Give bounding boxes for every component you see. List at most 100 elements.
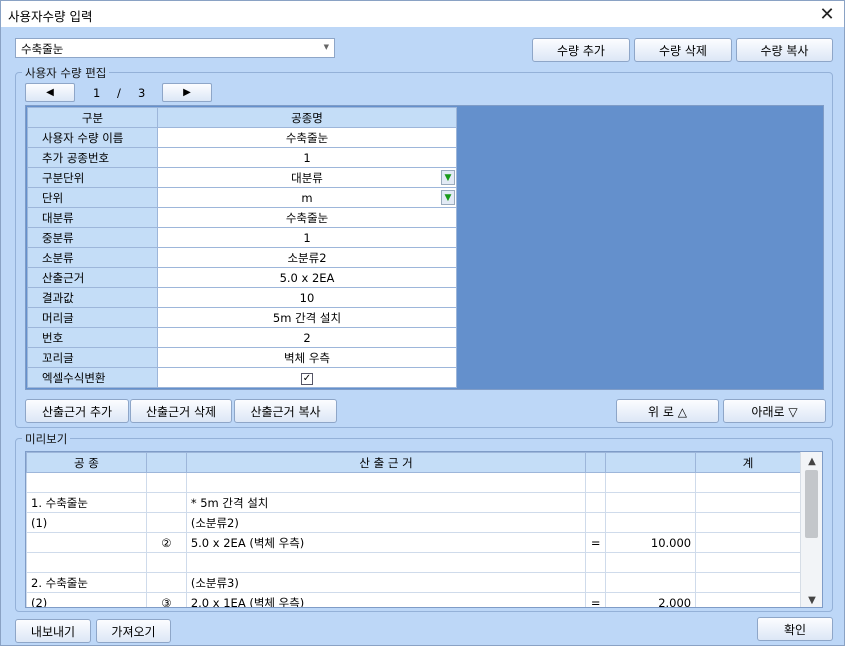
move-up-button[interactable]: 위 로 △ (616, 399, 719, 423)
add-basis-button[interactable]: 산출근거 추가 (25, 399, 129, 423)
grid-row: 번호 2 (27, 327, 457, 348)
preview-cell (145, 512, 187, 533)
edit-group-label: 사용자 수량 편집 (22, 65, 110, 81)
scroll-up-icon[interactable]: ▲ (801, 453, 822, 469)
dropdown-arrow-icon[interactable]: ▼ (441, 190, 455, 205)
grid-row: 대분류 수축줄눈 (27, 207, 457, 228)
grid-row-value[interactable]: 벽체 우측 (157, 347, 457, 368)
scroll-thumb[interactable] (805, 470, 818, 538)
grid-row-value[interactable]: 5.0 x 2EA (157, 267, 457, 288)
dialog-window: 사용자수량 입력 ✕ 수축줄눈 ▼ 수량 추가 수량 삭제 수량 복사 사용자 … (0, 0, 845, 653)
grid-row-key: 추가 공종번호 (27, 147, 158, 168)
preview-cell (26, 472, 147, 493)
preview-cell (145, 492, 187, 513)
right-arrow-icon: ▶ (183, 87, 191, 98)
grid-row: 추가 공종번호 1 (27, 147, 457, 168)
preview-header-work: 공 종 (26, 452, 147, 473)
quantity-selector[interactable]: 수축줄눈 ▼ (15, 38, 335, 58)
preview-cell: (소분류2) (185, 512, 587, 533)
preview-header-no (145, 452, 187, 473)
preview-cell (26, 532, 147, 553)
preview-cell (585, 552, 607, 573)
grid-row-key: 대분류 (27, 207, 158, 228)
preview-cell: 2.000 (605, 592, 697, 607)
grid-header-category: 구분 (27, 107, 158, 128)
preview-cell (605, 572, 697, 593)
copy-basis-button[interactable]: 산출근거 복사 (234, 399, 337, 423)
grid-row-value[interactable]: 1 (157, 147, 457, 168)
preview-cell (26, 552, 147, 573)
preview-group-label: 미리보기 (22, 431, 71, 447)
preview-cell (585, 572, 607, 593)
grid-row-value[interactable]: 수축줄눈 (157, 127, 457, 148)
grid-row-key: 산출근거 (27, 267, 158, 288)
grid-row-select[interactable]: 대분류 ▼ (157, 167, 457, 188)
preview-cell (145, 472, 187, 493)
preview-cell: 1. 수축줄눈 (26, 492, 147, 513)
preview-header-total: 계 (695, 452, 801, 473)
grid-row-key: 중분류 (27, 227, 158, 248)
preview-cell: ③ (145, 592, 187, 607)
next-page-button[interactable]: ▶ (162, 83, 212, 102)
grid-row-key: 소분류 (27, 247, 158, 268)
copy-quantity-button[interactable]: 수량 복사 (736, 38, 833, 62)
dropdown-arrow-icon[interactable]: ▼ (441, 170, 455, 185)
grid-row-value[interactable]: 1 (157, 227, 457, 248)
grid-row-key: 번호 (27, 327, 158, 348)
delete-quantity-button[interactable]: 수량 삭제 (634, 38, 732, 62)
preview-cell: 2. 수축줄눈 (26, 572, 147, 593)
preview-cell (695, 472, 801, 493)
window-title: 사용자수량 입력 (8, 9, 93, 24)
grid-row-value: 대분류 (291, 170, 323, 185)
preview-cell: ② (145, 532, 187, 553)
preview-cell: = (585, 592, 607, 607)
excel-formula-checkbox[interactable]: ✓ (301, 373, 313, 385)
preview-cell: (2) (26, 592, 147, 607)
preview-header-value (605, 452, 697, 473)
preview-cell: 5.0 x 2EA (벽체 우측) (185, 532, 587, 553)
preview-cell: * 5m 간격 설치 (185, 492, 587, 513)
quantity-selector-value: 수축줄눈 (21, 42, 64, 56)
grid-row-value[interactable]: 5m 간격 설치 (157, 307, 457, 328)
property-grid: 구분 공종명 사용자 수량 이름 수축줄눈 추가 공종번호 1 구분단위 대분류 ▼ 단… (25, 105, 824, 390)
export-button[interactable]: 내보내기 (15, 619, 91, 643)
prev-page-button[interactable]: ◀ (25, 83, 75, 102)
preview-row (26, 552, 801, 573)
delete-basis-button[interactable]: 산출근거 삭제 (130, 399, 232, 423)
grid-row-value[interactable]: 2 (157, 327, 457, 348)
preview-cell (185, 552, 587, 573)
grid-row: 단위 m ▼ (27, 187, 457, 208)
preview-cell (185, 472, 587, 493)
title-bar: 사용자수량 입력 ✕ (1, 1, 844, 27)
preview-cell (695, 512, 801, 533)
preview-cell (585, 492, 607, 513)
move-down-button[interactable]: 아래로 ▽ (723, 399, 826, 423)
preview-scrollbar[interactable]: ▲ ▼ (800, 452, 822, 607)
grid-row-value[interactable]: 10 (157, 287, 457, 308)
scroll-down-icon[interactable]: ▼ (801, 592, 822, 607)
preview-cell: (1) (26, 512, 147, 533)
grid-row-value[interactable]: 수축줄눈 (157, 207, 457, 228)
chevron-down-icon[interactable]: ▼ (324, 43, 329, 51)
preview-cell (585, 472, 607, 493)
preview-cell (605, 492, 697, 513)
preview-table: 공 종 산 출 근 거 계 1. 수축줄눈 * 5m 간격 설치 (1) (소분류2… (25, 451, 823, 608)
page-current: 1 (93, 86, 101, 100)
preview-cell (145, 552, 187, 573)
grid-row: 엑셀수식변환 ✓ (27, 367, 457, 388)
grid-row: 꼬리글 벽체 우측 (27, 347, 457, 368)
add-quantity-button[interactable]: 수량 추가 (532, 38, 630, 62)
preview-cell (695, 492, 801, 513)
grid-row: 사용자 수량 이름 수축줄눈 (27, 127, 457, 148)
grid-row-select[interactable]: m ▼ (157, 187, 457, 208)
grid-row-key: 머리글 (27, 307, 158, 328)
preview-cell (145, 572, 187, 593)
preview-cell (605, 472, 697, 493)
ok-button[interactable]: 확인 (757, 617, 833, 641)
preview-cell (605, 512, 697, 533)
left-arrow-icon: ◀ (46, 87, 54, 98)
import-button[interactable]: 가져오기 (96, 619, 171, 643)
grid-row-value[interactable]: 소분류2 (157, 247, 457, 268)
preview-cell: (소분류3) (185, 572, 587, 593)
close-button[interactable]: ✕ (810, 1, 844, 27)
